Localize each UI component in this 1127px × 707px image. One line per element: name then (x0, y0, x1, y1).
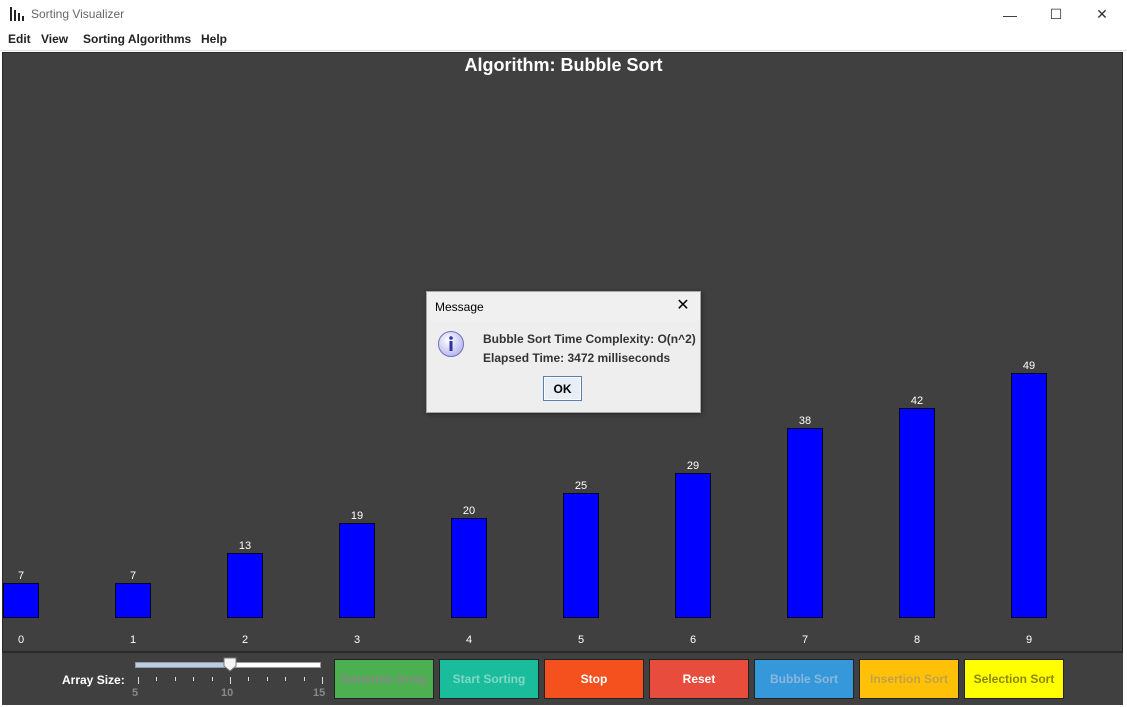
bar-index-label-6: 6 (689, 634, 697, 646)
bar-value-label-7: 38 (798, 415, 812, 427)
bar-8 (899, 408, 935, 618)
dialog-close-icon[interactable]: ✕ (672, 295, 694, 317)
slider-tick (138, 677, 139, 684)
slider-tick (211, 677, 213, 681)
minimize-button[interactable]: — (987, 0, 1033, 29)
slider-tick (303, 677, 305, 681)
slider-thumb[interactable] (223, 657, 237, 672)
slider-tick (285, 677, 287, 681)
dialog-message-elapsed: Elapsed Time: 3472 milliseconds (483, 351, 671, 365)
chart-bars-icon (10, 7, 24, 21)
slider-tick (193, 677, 195, 681)
bar-index-label-8: 8 (913, 634, 921, 646)
bar-9 (1011, 373, 1047, 618)
close-button[interactable]: ✕ (1079, 0, 1125, 29)
bar-5 (563, 493, 599, 618)
insertion-sort-button[interactable]: Insertion Sort (859, 659, 959, 699)
bar-index-label-1: 1 (129, 634, 137, 646)
dialog-body: Bubble Sort Time Complexity: O(n^2) Elap… (427, 321, 700, 412)
title-bar: Sorting Visualizer — ☐ ✕ (0, 0, 1127, 29)
bar-index-label-7: 7 (801, 634, 809, 646)
bar-index-label-2: 2 (241, 634, 249, 646)
slider-tick (322, 677, 323, 684)
bar-index-label-0: 0 (17, 634, 25, 646)
message-dialog: Message ✕ Bubble Sort Time Complexity: O… (426, 291, 701, 413)
control-panel: Array Size: 5 10 15 Generate Array Start… (2, 652, 1123, 705)
bar-value-label-2: 13 (238, 540, 252, 552)
slider-tick-label-min: 5 (132, 687, 139, 699)
slider-tick-label-mid: 10 (221, 687, 234, 699)
bar-7 (787, 428, 823, 618)
bar-index-label-9: 9 (1025, 634, 1033, 646)
slider-tick (266, 677, 268, 681)
slider-tick (174, 677, 176, 681)
ok-button[interactable]: OK (543, 376, 582, 401)
window-title: Sorting Visualizer (31, 7, 125, 21)
menu-bar: Edit View Sorting Algorithms Help (0, 29, 1127, 51)
stop-button[interactable]: Stop (544, 659, 644, 699)
bar-index-label-3: 3 (353, 634, 361, 646)
bar-1 (115, 583, 151, 618)
slider-fill (136, 663, 228, 667)
bar-value-label-1: 7 (129, 570, 137, 582)
bar-index-label-5: 5 (577, 634, 585, 646)
dialog-message-complexity: Bubble Sort Time Complexity: O(n^2) (483, 332, 696, 346)
bar-4 (451, 518, 487, 618)
bar-6 (675, 473, 711, 618)
bar-value-label-5: 25 (574, 480, 588, 492)
dialog-title: Message (435, 300, 484, 314)
start-sorting-button[interactable]: Start Sorting (439, 659, 539, 699)
bubble-sort-button[interactable]: Bubble Sort (754, 659, 854, 699)
bar-value-label-0: 7 (17, 570, 25, 582)
slider-tick (248, 677, 250, 681)
bar-0 (3, 583, 39, 618)
bar-value-label-8: 42 (910, 395, 924, 407)
info-icon (438, 331, 464, 357)
array-size-label: Array Size: (62, 673, 125, 687)
menu-sorting-algorithms[interactable]: Sorting Algorithms (83, 32, 191, 46)
bar-2 (227, 553, 263, 618)
slider-tick (230, 677, 231, 684)
menu-help[interactable]: Help (201, 32, 227, 46)
menu-edit[interactable]: Edit (8, 32, 31, 46)
bar-3 (339, 523, 375, 618)
reset-button[interactable]: Reset (649, 659, 749, 699)
bar-index-label-4: 4 (465, 634, 473, 646)
bar-value-label-3: 19 (350, 510, 364, 522)
menu-view[interactable]: View (41, 32, 68, 46)
bar-value-label-9: 49 (1022, 360, 1036, 372)
maximize-button[interactable]: ☐ (1033, 0, 1079, 29)
algorithm-title: Algorithm: Bubble Sort (464, 55, 663, 75)
generate-array-button[interactable]: Generate Array (334, 659, 434, 699)
bar-value-label-4: 20 (462, 505, 476, 517)
bar-value-label-6: 29 (686, 460, 700, 472)
slider-tick-label-max: 15 (313, 687, 326, 699)
slider-tick (156, 677, 158, 681)
selection-sort-button[interactable]: Selection Sort (964, 659, 1064, 699)
